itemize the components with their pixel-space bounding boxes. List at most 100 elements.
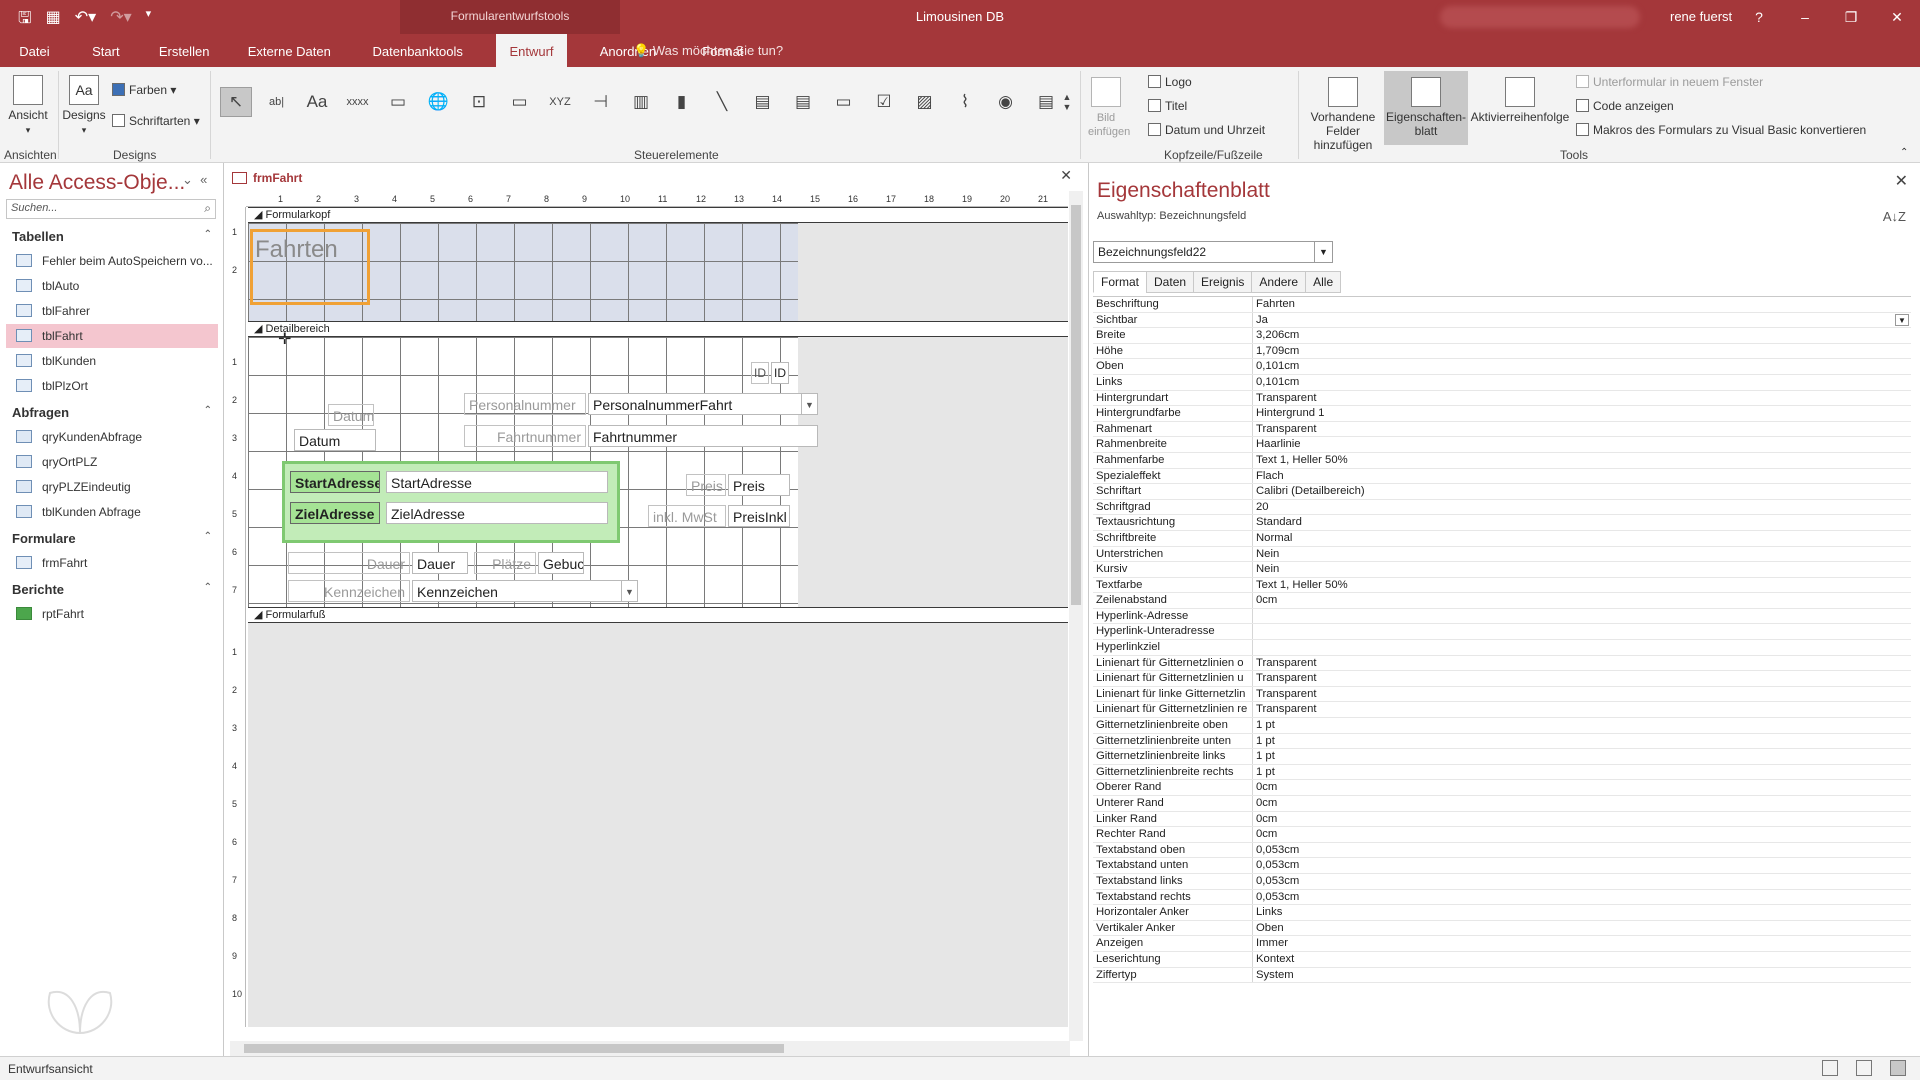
convert-macros-button[interactable]: Makros des Formulars zu Visual Basic kon…	[1576, 123, 1866, 137]
property-value[interactable]: 0cm	[1253, 780, 1911, 795]
nav-item[interactable]: tblFahrer	[6, 299, 218, 323]
chevron-down-icon[interactable]: ▼	[1895, 313, 1909, 326]
property-row[interactable]: Gitternetzlinienbreite unten 1 pt	[1093, 733, 1911, 750]
chevron-down-icon[interactable]: ▼	[621, 581, 637, 601]
document-close-icon[interactable]: ✕	[1060, 167, 1072, 184]
vertical-scrollbar[interactable]	[1069, 191, 1083, 1041]
property-row[interactable]: Höhe 1,709cm	[1093, 343, 1911, 360]
dauer-label[interactable]: Dauer	[288, 552, 410, 574]
dropdown-icon[interactable]: ⌄	[182, 172, 193, 187]
preisinkl-field[interactable]: PreisInkl	[728, 505, 790, 527]
property-value[interactable]: Text 1, Heller 50%	[1253, 453, 1911, 468]
property-value[interactable]	[1253, 609, 1911, 624]
nav-section-berichte[interactable]: Berichte ⌃	[12, 582, 212, 597]
id-label[interactable]: ID	[751, 362, 769, 384]
button-icon[interactable]: xxxx	[342, 87, 374, 117]
property-value[interactable]: 0cm	[1253, 796, 1911, 811]
preis-label[interactable]: Preis	[686, 474, 726, 496]
personalnummer-label[interactable]: Personalnummer	[464, 393, 586, 415]
property-value[interactable]: Transparent	[1253, 656, 1911, 671]
insert-image-button[interactable]: Bild einfügen	[1088, 77, 1130, 138]
form-view-icon[interactable]	[1822, 1060, 1838, 1076]
layout-view-icon[interactable]	[1856, 1060, 1872, 1076]
zieladresse-label[interactable]: ZielAdresse	[290, 502, 380, 524]
property-row[interactable]: Anzeigen Immer	[1093, 936, 1911, 952]
document-tab[interactable]: frmFahrt	[232, 167, 302, 189]
property-sheet-button[interactable]: Eigenschaften-blatt	[1384, 71, 1468, 145]
property-value[interactable]: 0cm	[1253, 812, 1911, 827]
property-value[interactable]: Flach	[1253, 469, 1911, 484]
scroll-thumb[interactable]	[1071, 205, 1081, 605]
nav-search-input[interactable]: Suchen... ⌕	[6, 199, 216, 219]
property-value[interactable]	[1253, 640, 1911, 655]
attachment-icon[interactable]: ⌇	[949, 87, 981, 117]
property-tab-daten[interactable]: Daten	[1146, 271, 1195, 293]
property-row[interactable]: Gitternetzlinienbreite links 1 pt	[1093, 749, 1911, 765]
logo-button[interactable]: Logo	[1148, 75, 1192, 89]
mwst-label[interactable]: inkl. MwSt	[648, 505, 726, 527]
label-icon[interactable]: Aa	[301, 87, 333, 117]
section-bar-header[interactable]: ◢ Formularkopf	[248, 207, 1068, 223]
property-row[interactable]: Hyperlink-Unteradresse	[1093, 624, 1911, 641]
property-value[interactable]: 0,101cm	[1253, 375, 1911, 390]
startadresse-label[interactable]: StartAdresse	[290, 471, 380, 493]
nav-item[interactable]: tblKunden Abfrage	[6, 500, 218, 524]
nav-item[interactable]: qryPLZEindeutig	[6, 475, 218, 499]
property-value[interactable]: Oben	[1253, 921, 1911, 936]
property-value[interactable]: 1,709cm	[1253, 344, 1911, 359]
radio-button-icon[interactable]: ◉	[990, 87, 1022, 117]
minimize-button[interactable]: –	[1782, 0, 1828, 34]
property-row[interactable]: Textabstand links 0,053cm	[1093, 873, 1911, 890]
customize-qat-icon[interactable]: ▾	[146, 7, 152, 34]
property-row[interactable]: Horizontaler Anker Links	[1093, 905, 1911, 921]
section-bar-footer[interactable]: ◢ Formularfuß	[248, 607, 1068, 623]
fonts-button[interactable]: Schriftarten ▾	[112, 114, 200, 128]
property-row[interactable]: Spezialeffekt Flach	[1093, 468, 1911, 485]
property-tab-format[interactable]: Format	[1093, 271, 1148, 293]
property-value[interactable]: Transparent	[1253, 702, 1911, 717]
property-row[interactable]: Rahmenfarbe Text 1, Heller 50%	[1093, 452, 1911, 469]
combo-box-icon[interactable]: ▥	[625, 87, 657, 117]
id-field[interactable]: ID	[771, 362, 789, 384]
property-value[interactable]: 0cm	[1253, 593, 1911, 608]
user-name[interactable]: rene fuerst	[1670, 9, 1732, 24]
menu-tab-entwurf[interactable]: Entwurf	[496, 34, 567, 67]
property-row[interactable]: Schriftbreite Normal	[1093, 530, 1911, 547]
nav-item[interactable]: qryKundenAbfrage	[6, 425, 218, 449]
property-row[interactable]: Beschriftung Fahrten	[1093, 297, 1911, 313]
subform-new-window-button[interactable]: Unterformular in neuem Fenster	[1576, 75, 1763, 89]
nav-item[interactable]: tblFahrt	[6, 324, 218, 348]
property-row[interactable]: Linienart für linke Gitternetzlin Transpa…	[1093, 686, 1911, 703]
collapse-section-icon[interactable]: ⌃	[204, 531, 212, 542]
title-button[interactable]: Titel	[1148, 99, 1187, 113]
collapse-ribbon-icon[interactable]: ⌃	[1900, 147, 1908, 158]
menu-tab-erstellen[interactable]: Erstellen	[157, 34, 212, 67]
nav-item[interactable]: qryOrtPLZ	[6, 450, 218, 474]
property-value[interactable]: 0,053cm	[1253, 858, 1911, 873]
property-row[interactable]: Sichtbar Ja ▼	[1093, 312, 1911, 329]
undo-icon[interactable]: ↶▾	[75, 7, 96, 34]
date-time-button[interactable]: Datum und Uhrzeit	[1148, 123, 1265, 137]
property-value[interactable]: Fahrten	[1253, 297, 1911, 312]
property-row[interactable]: Hintergrundfarbe Hintergrund 1	[1093, 406, 1911, 422]
view-button[interactable]: Ansicht ▾	[6, 75, 50, 136]
gallery-scroll-icon[interactable]: ▲ ▼	[1060, 87, 1074, 117]
textbox-icon[interactable]: ab|	[261, 87, 293, 117]
menu-tab-datenbanktools[interactable]: Datenbanktools	[371, 34, 465, 67]
property-row[interactable]: Hintergrundart Transparent	[1093, 390, 1911, 407]
design-canvas[interactable]: ◢ Formularkopf Fahrten ◢ Detailbereich I…	[248, 207, 1068, 1027]
property-value[interactable]: Transparent	[1253, 422, 1911, 437]
nav-item[interactable]: tblKunden	[6, 349, 218, 373]
property-value[interactable]: Immer	[1253, 936, 1911, 951]
plaetze-label[interactable]: Plätze	[474, 552, 536, 574]
property-value[interactable]: 1 pt	[1253, 765, 1911, 780]
view-code-button[interactable]: Code anzeigen	[1576, 99, 1674, 113]
property-value[interactable]: 0,053cm	[1253, 890, 1911, 905]
property-tab-andere[interactable]: Andere	[1251, 271, 1307, 293]
property-row[interactable]: Hyperlink-Adresse	[1093, 608, 1911, 625]
property-row[interactable]: Schriftgrad 20	[1093, 499, 1911, 516]
property-value[interactable]: 3,206cm	[1253, 328, 1911, 343]
page-break-icon[interactable]: ⊣	[585, 87, 617, 117]
property-row[interactable]: Rahmenart Transparent	[1093, 421, 1911, 438]
chart-icon[interactable]: ▮	[666, 87, 698, 117]
